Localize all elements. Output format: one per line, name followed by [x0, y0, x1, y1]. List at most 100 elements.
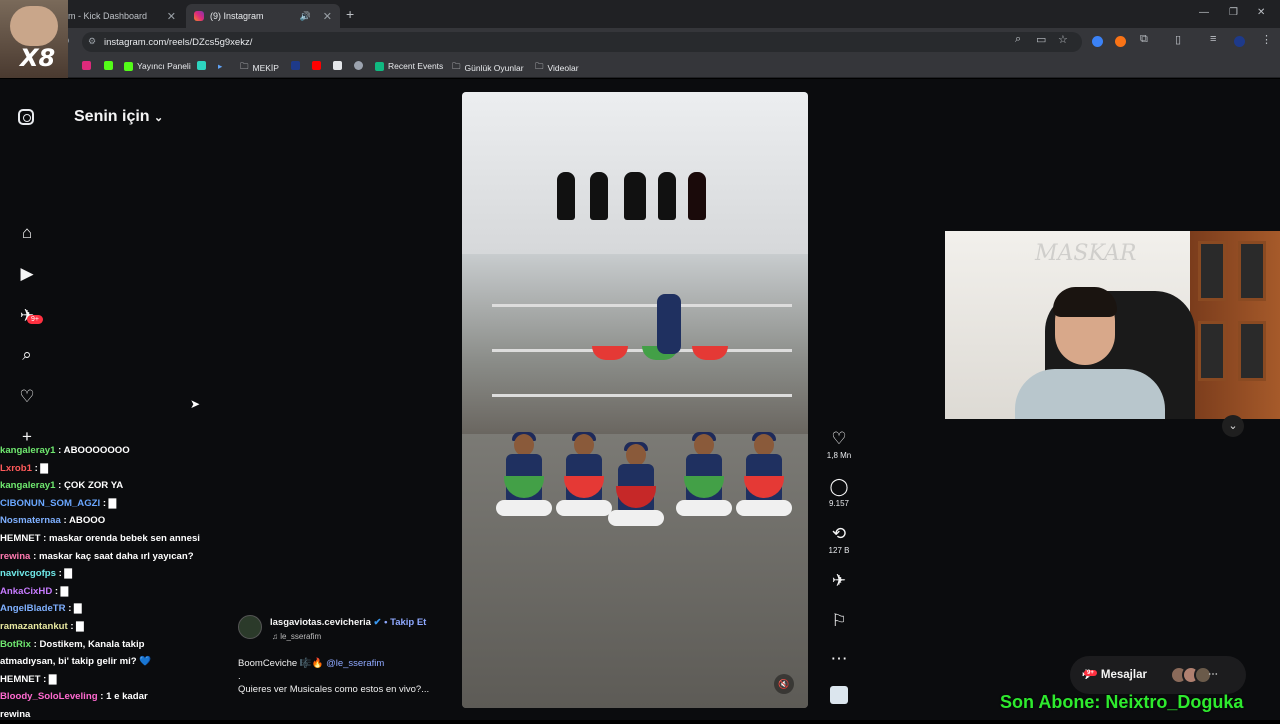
speaker-icon[interactable]: 🔊 [300, 11, 311, 22]
site-info-icon[interactable]: ⚙ [88, 36, 96, 47]
cast-icon[interactable]: ▭ [1036, 33, 1046, 46]
chat-username[interactable]: HEMNET [0, 533, 41, 544]
chat-username[interactable]: kangaleray1 [0, 445, 55, 456]
dancer [590, 172, 608, 220]
bookmark-instagram[interactable] [82, 61, 91, 70]
bookmark-app[interactable] [197, 61, 206, 70]
close-tab-icon[interactable]: ✕ [167, 10, 176, 23]
caption-line3[interactable]: Quieres ver Musicales como estos en vivo… [238, 683, 429, 696]
mouse-cursor-icon: ➤ [190, 397, 201, 411]
url-field[interactable]: ⚙ instagram.com/reels/DZcs5g9xekz/ [82, 32, 1082, 52]
profile-avatar[interactable] [1234, 36, 1245, 47]
instagram-logo-icon[interactable] [18, 109, 34, 125]
chat-separator: : [55, 480, 64, 492]
bookmark-app[interactable] [333, 61, 342, 70]
bookmark-youtube[interactable] [312, 61, 321, 70]
caption-mention[interactable]: @le_sserafim [326, 658, 384, 669]
chat-username[interactable]: Bloody_SoloLeveling [0, 691, 98, 702]
app-icon [197, 61, 206, 70]
share-button[interactable]: ✈ [820, 571, 858, 591]
chat-message: CIBONUN_SOM_AGZI : ▇ [0, 495, 230, 513]
chat-message: navivcgofps : ▇ [0, 565, 230, 583]
instagram-favicon-icon [194, 11, 204, 21]
minimize-icon[interactable]: — [1199, 7, 1209, 18]
messages-badge: 9+ [1084, 670, 1097, 676]
downloads-icon[interactable]: ≡ [1210, 33, 1216, 45]
address-bar-row: ← → ↻ ⚙ instagram.com/reels/DZcs5g9xekz/… [0, 28, 1280, 56]
chat-username[interactable]: rewina [0, 551, 30, 562]
chat-username[interactable]: AngelBladeTR [0, 603, 66, 614]
home-icon[interactable]: ⌂ [17, 223, 37, 243]
close-window-icon[interactable]: ✕ [1257, 7, 1265, 18]
tab-title: (9) Instagram [210, 11, 264, 21]
save-button[interactable]: ⚐ [820, 611, 858, 631]
chat-text: atmadıysan, bi' takip gelir mi? 💙 [0, 656, 152, 668]
bookmark-play[interactable]: ▸ [218, 61, 222, 72]
menu-icon[interactable]: ⋮ [1261, 33, 1272, 46]
extension-icon[interactable] [1115, 36, 1126, 47]
like-button[interactable]: ♡ 1,8 Mn [820, 429, 858, 460]
bookmark-yayinci-paneli[interactable]: Yayıncı Paneli [124, 61, 191, 71]
search-icon[interactable]: ⌕ [17, 345, 37, 365]
chat-username[interactable]: Nosmaternaa [0, 515, 61, 526]
chat-message: AngelBladeTR : ▇ [0, 600, 230, 618]
comment-button[interactable]: ◯ 9.157 [820, 477, 858, 508]
reel-video[interactable]: 🔇 [462, 92, 808, 708]
bookmark-label: Günlük Oyunlar [464, 63, 524, 73]
bookmark-star-icon[interactable]: ☆ [1058, 33, 1068, 46]
chat-separator: : [65, 603, 75, 615]
chat-username[interactable]: kangaleray1 [0, 480, 55, 491]
messages-button[interactable]: ✈ 9+ Mesajlar ⋯ [1070, 656, 1246, 694]
new-tab-button[interactable]: + [346, 6, 354, 22]
follow-button[interactable]: • Takip Et [384, 617, 426, 628]
chat-username[interactable]: HEMNET [0, 674, 41, 685]
cook [608, 442, 664, 534]
more-options-button[interactable]: ⋯ [820, 649, 858, 669]
chat-username[interactable]: Lxrob1 [0, 463, 32, 474]
bookmark-app[interactable] [291, 61, 300, 70]
bookmark-folder-videolar[interactable]: 🗀 Videolar [535, 61, 579, 75]
extension-icon[interactable] [1092, 36, 1103, 47]
heart-icon[interactable]: ♡ [17, 387, 37, 407]
tab-kick-dashboard[interactable]: m - Kick Dashboard ✕ [60, 4, 184, 28]
close-tab-icon[interactable]: ✕ [323, 10, 332, 23]
extensions-puzzle-icon[interactable]: ⧉ [1140, 33, 1148, 46]
chat-username[interactable]: AnkaCixHD [0, 586, 52, 597]
bookmark-folder-mekip[interactable]: 🗀 MEKİP [240, 61, 279, 75]
chat-username[interactable]: navivcgofps [0, 568, 56, 579]
messages-label: Mesajlar [1100, 669, 1147, 681]
chat-text: ABOOOOOOO [63, 445, 130, 456]
restore-icon[interactable]: ❐ [1229, 7, 1238, 18]
bookmark-kick[interactable] [104, 61, 113, 70]
chevron-down-icon[interactable]: ⌄ [1222, 415, 1244, 437]
chat-separator: : [55, 568, 65, 580]
chat-text: 1 e kadar [106, 691, 148, 703]
bookmark-app[interactable] [354, 61, 363, 70]
bookmark-icon: ⚐ [831, 611, 847, 630]
mute-toggle-icon[interactable]: 🔇 [774, 674, 794, 694]
chat-username[interactable]: CIBONUN_SOM_AGZI [0, 498, 100, 509]
side-panel-icon[interactable]: ▯ [1175, 33, 1181, 46]
bookmark-folder-gunluk-oyunlar[interactable]: 🗀 Günlük Oyunlar [452, 61, 524, 75]
youtube-icon [312, 61, 321, 70]
video-top-panel [462, 92, 808, 254]
stream-chat: kangaleray1 : ABOOOOOOO Lxrob1 : ▇ kangale… [0, 442, 230, 724]
chat-separator: : [97, 691, 107, 703]
dancer [658, 172, 676, 220]
audio-credit[interactable]: ♫ le_sserafim [272, 632, 321, 641]
chat-username[interactable]: ramazantankut [0, 621, 68, 632]
author-avatar[interactable] [238, 615, 262, 639]
author-username[interactable]: lasgaviotas.cevicheria [270, 617, 371, 628]
chat-username[interactable]: BotRix [0, 639, 31, 650]
bookmark-label: Videolar [547, 63, 579, 73]
bookmark-recent-events[interactable]: Recent Events [375, 61, 443, 71]
chat-text: maskar kaç saat daha ırl yayıcan? [38, 550, 194, 562]
chat-text: Dostikem, Kanala takip [39, 638, 145, 650]
repost-button[interactable]: ⟲ 127 B [820, 524, 858, 555]
tab-instagram[interactable]: (9) Instagram 🔊 ✕ [186, 4, 340, 28]
feed-selector[interactable]: Senin için ⌄ [74, 108, 163, 126]
audio-thumbnail[interactable] [830, 686, 848, 704]
reels-icon[interactable]: ▶ [17, 264, 37, 284]
zoom-icon[interactable]: ⌕ [1015, 33, 1021, 46]
chat-message: rewina [0, 706, 230, 724]
